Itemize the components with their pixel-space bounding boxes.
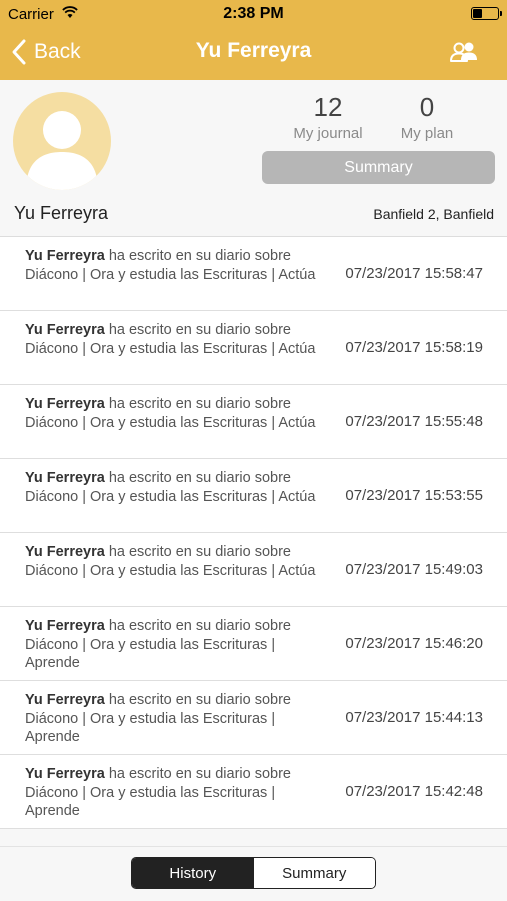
people-icon[interactable]: [449, 40, 481, 64]
entry-message: Yu Ferreyra ha escrito en su diario sobr…: [25, 617, 325, 673]
entry-message: Yu Ferreyra ha escrito en su diario sobr…: [25, 691, 325, 747]
battery-icon: [471, 7, 502, 20]
profile-name: Yu Ferreyra: [14, 203, 109, 223]
entry-author: Yu Ferreyra: [25, 692, 105, 708]
entry-author: Yu Ferreyra: [25, 248, 105, 264]
list-item[interactable]: Yu Ferreyra ha escrito en su diario sobr…: [0, 533, 507, 607]
plan-count: 0: [419, 92, 435, 122]
list-item[interactable]: Yu Ferreyra ha escrito en su diario sobr…: [0, 459, 507, 533]
tab-history[interactable]: History: [132, 858, 254, 888]
profile-location: Banfield 2, Banfield: [373, 206, 494, 222]
entry-author: Yu Ferreyra: [25, 322, 105, 338]
entry-author: Yu Ferreyra: [25, 766, 105, 782]
entry-timestamp: 07/23/2017 15:55:48: [345, 413, 483, 430]
entry-message: Yu Ferreyra ha escrito en su diario sobr…: [25, 543, 325, 580]
list-item[interactable]: Yu Ferreyra ha escrito en su diario sobr…: [0, 385, 507, 459]
navigation-bar: Back Yu Ferreyra: [0, 28, 507, 78]
profile-section: 12 My journal 0 My plan Summary Yu Ferre…: [0, 80, 507, 236]
entry-author: Yu Ferreyra: [25, 618, 105, 634]
entry-message: Yu Ferreyra ha escrito en su diario sobr…: [25, 321, 325, 358]
plan-label: My plan: [400, 125, 454, 142]
entry-timestamp: 07/23/2017 15:44:13: [345, 709, 483, 726]
my-journal-stat[interactable]: 12 My journal: [278, 92, 378, 142]
journal-label: My journal: [293, 125, 363, 142]
segmented-control: History Summary: [131, 857, 376, 889]
list-item[interactable]: Yu Ferreyra ha escrito en su diario sobr…: [0, 237, 507, 311]
avatar: [13, 92, 111, 190]
entry-message: Yu Ferreyra ha escrito en su diario sobr…: [25, 247, 325, 284]
entry-timestamp: 07/23/2017 15:58:19: [345, 339, 483, 356]
entry-author: Yu Ferreyra: [25, 470, 105, 486]
tab-summary[interactable]: Summary: [253, 858, 375, 888]
entry-timestamp: 07/23/2017 15:42:48: [345, 783, 483, 800]
bottom-bar: History Summary: [0, 846, 507, 901]
entry-timestamp: 07/23/2017 15:49:03: [345, 561, 483, 578]
list-item[interactable]: Yu Ferreyra ha escrito en su diario sobr…: [0, 311, 507, 385]
entry-author: Yu Ferreyra: [25, 544, 105, 560]
entry-timestamp: 07/23/2017 15:53:55: [345, 487, 483, 504]
entry-message: Yu Ferreyra ha escrito en su diario sobr…: [25, 469, 325, 506]
entry-timestamp: 07/23/2017 15:58:47: [345, 265, 483, 282]
entry-message: Yu Ferreyra ha escrito en su diario sobr…: [25, 395, 325, 432]
list-item[interactable]: Yu Ferreyra ha escrito en su diario sobr…: [0, 607, 507, 681]
header: Carrier 2:38 PM Back Yu Ferreyra: [0, 0, 507, 80]
list-item[interactable]: Yu Ferreyra ha escrito en su diario sobr…: [0, 681, 507, 755]
clock: 2:38 PM: [223, 5, 284, 22]
my-plan-stat[interactable]: 0 My plan: [377, 92, 477, 142]
entry-message: Yu Ferreyra ha escrito en su diario sobr…: [25, 765, 325, 821]
history-list: Yu Ferreyra ha escrito en su diario sobr…: [0, 236, 507, 829]
journal-count: 12: [313, 92, 343, 122]
list-item[interactable]: Yu Ferreyra ha escrito en su diario sobr…: [0, 755, 507, 829]
status-bar: Carrier 2:38 PM: [0, 0, 507, 28]
summary-button[interactable]: Summary: [262, 151, 495, 184]
person-silhouette-icon: [26, 111, 98, 190]
entry-author: Yu Ferreyra: [25, 396, 105, 412]
page-title: Yu Ferreyra: [195, 39, 312, 62]
entry-timestamp: 07/23/2017 15:46:20: [345, 635, 483, 652]
